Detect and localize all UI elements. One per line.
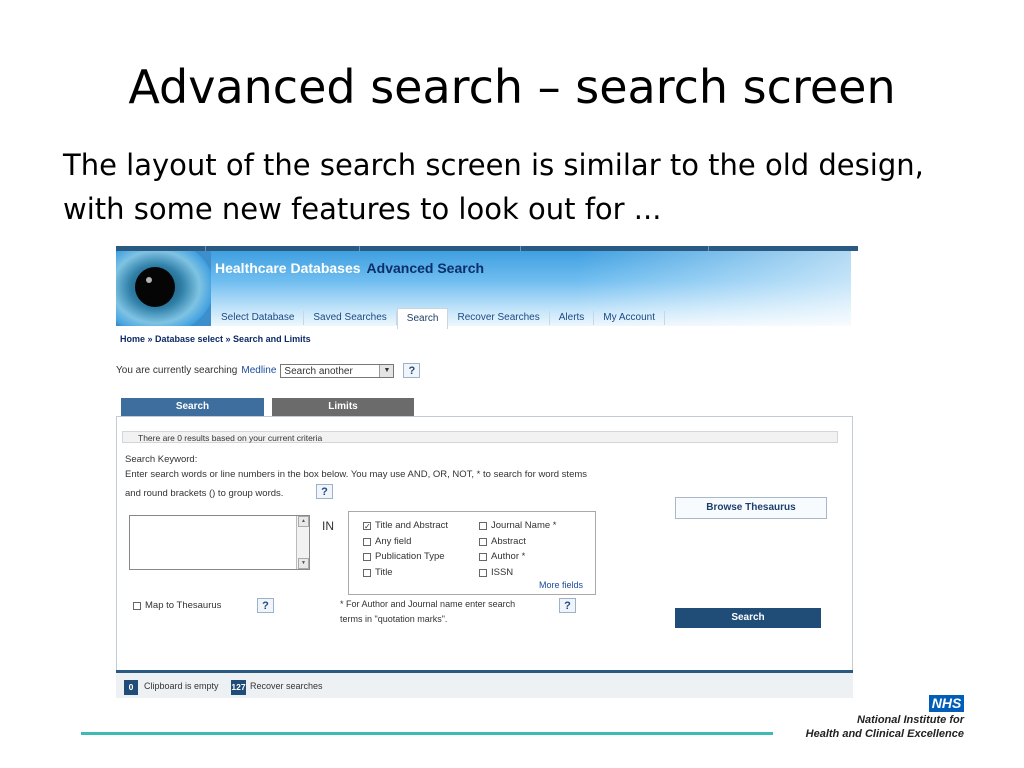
chevron-down-icon[interactable]: ▼ [379, 364, 394, 377]
field-title-checkbox[interactable]: Title [363, 567, 393, 578]
checkbox-icon[interactable] [479, 537, 487, 546]
nav-alerts[interactable]: Alerts [550, 311, 595, 325]
map-to-thesaurus-checkbox[interactable]: Map to Thesaurus [133, 600, 221, 611]
eye-logo-icon [116, 251, 211, 326]
main-nav: Select Database Saved Searches Search Re… [212, 307, 665, 329]
currently-searching-label: You are currently searching [116, 365, 238, 376]
field-issn-checkbox[interactable]: ISSN [479, 567, 513, 578]
keyword-help-text-2: and round brackets () to group words. [125, 488, 284, 499]
recover-searches-link[interactable]: Recover searches [250, 681, 323, 691]
checkbox-icon[interactable] [479, 568, 487, 577]
map-thesaurus-help-button[interactable]: ? [257, 598, 274, 613]
field-author-checkbox[interactable]: Author * [479, 551, 525, 562]
header-banner: Healthcare Databases Advanced Search Sele… [116, 251, 851, 329]
checkbox-checked-icon[interactable]: ✓ [363, 521, 371, 530]
app-title: Healthcare Databases Advanced Search [215, 260, 484, 276]
keyword-help-text-1: Enter search words or line numbers in th… [125, 469, 588, 480]
app-subtitle: Advanced Search [366, 260, 485, 276]
nice-org-line-2: Health and Clinical Excellence [805, 728, 964, 740]
currently-searching-row: You are currently searching Medline Sear… [116, 363, 421, 378]
footer-rule [81, 732, 773, 735]
nhs-logo: NHS [929, 695, 964, 712]
browse-thesaurus-button[interactable]: Browse Thesaurus [675, 497, 827, 519]
search-fields-box: ✓ Title and Abstract Journal Name * Any f… [348, 511, 596, 595]
checkbox-icon[interactable] [133, 601, 141, 610]
field-journal-name-checkbox[interactable]: Journal Name * [479, 520, 556, 531]
nav-my-account[interactable]: My Account [594, 311, 665, 325]
nice-org-line-1: National Institute for [857, 714, 964, 726]
search-keyword-label: Search Keyword: [125, 454, 198, 465]
scroll-up-icon[interactable]: ▲ [298, 516, 309, 527]
slide-body: The layout of the search screen is simil… [63, 148, 924, 227]
bottom-bar: 0 Clipboard is empty 127 Recover searche… [116, 670, 853, 698]
slide-title: Advanced search – search screen [128, 60, 896, 114]
field-publication-type-checkbox[interactable]: Publication Type [363, 551, 445, 562]
search-button[interactable]: Search [675, 608, 821, 628]
search-panel: There are 0 results based on your curren… [116, 416, 853, 674]
field-title-abstract-checkbox[interactable]: ✓ Title and Abstract [363, 520, 448, 531]
keyword-help-button[interactable]: ? [316, 484, 333, 499]
more-fields-link[interactable]: More fields [539, 580, 583, 590]
field-label: Publication Type [375, 551, 445, 562]
textarea-scrollbar[interactable]: ▲ ▼ [296, 516, 309, 569]
checkbox-icon[interactable] [363, 552, 371, 561]
author-note-line-2: terms in "quotation marks". [340, 614, 448, 624]
checkbox-icon[interactable] [363, 568, 371, 577]
scroll-down-icon[interactable]: ▼ [298, 558, 309, 569]
tab-search[interactable]: Search [121, 398, 264, 416]
search-another-select[interactable]: Search another ▼ [280, 363, 395, 378]
advanced-search-screenshot: Healthcare Databases Advanced Search Sele… [116, 246, 858, 698]
author-note-line-1: * For Author and Journal name enter sear… [340, 599, 516, 609]
nav-saved-searches[interactable]: Saved Searches [304, 311, 397, 325]
nav-search[interactable]: Search [396, 307, 449, 329]
nav-recover-searches[interactable]: Recover Searches [448, 311, 550, 325]
recover-count-badge[interactable]: 127 [231, 680, 246, 695]
in-label: IN [322, 519, 334, 533]
field-label: Author * [491, 551, 526, 562]
field-any-field-checkbox[interactable]: Any field [363, 536, 411, 547]
tab-limits[interactable]: Limits [272, 398, 414, 416]
checkbox-icon[interactable] [363, 537, 371, 546]
field-label: Any field [375, 536, 412, 547]
current-database-link[interactable]: Medline [241, 365, 276, 376]
field-label: Abstract [491, 536, 526, 547]
app-title-main: Healthcare Databases [215, 260, 361, 276]
clipboard-status[interactable]: Clipboard is empty [144, 681, 219, 691]
clipboard-count-badge[interactable]: 0 [124, 680, 138, 695]
field-label: Title and Abstract [375, 520, 449, 531]
search-another-value: Search another [284, 365, 353, 377]
breadcrumb[interactable]: Home » Database select » Search and Limi… [120, 334, 311, 344]
field-label: Journal Name * [491, 520, 557, 531]
database-help-button[interactable]: ? [403, 363, 421, 378]
search-keyword-input[interactable]: ▲ ▼ [129, 515, 310, 570]
nav-select-database[interactable]: Select Database [212, 311, 305, 325]
checkbox-icon[interactable] [479, 552, 487, 561]
field-label: ISSN [491, 567, 514, 578]
field-abstract-checkbox[interactable]: Abstract [479, 536, 526, 547]
results-count-bar: There are 0 results based on your curren… [122, 431, 838, 443]
map-to-thesaurus-label: Map to Thesaurus [145, 600, 222, 611]
field-label: Title [375, 567, 393, 578]
checkbox-icon[interactable] [479, 521, 487, 530]
author-note-help-button[interactable]: ? [559, 598, 576, 613]
